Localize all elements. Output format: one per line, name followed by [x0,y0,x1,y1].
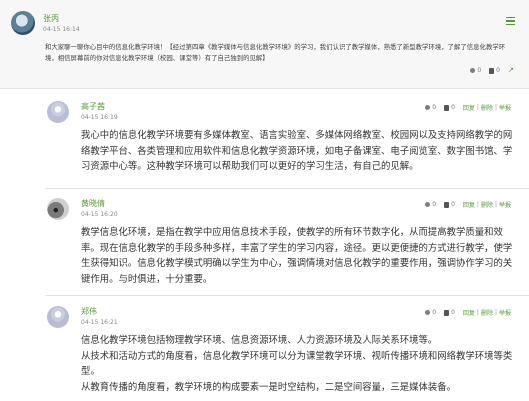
reply-link[interactable]: 回复 [463,200,475,209]
flower-icon [425,202,431,207]
share-button[interactable]: ↗ [508,67,515,74]
flower-icon [470,68,476,73]
flower-count: 0 [477,67,482,74]
like-button[interactable]: 0 [444,309,455,316]
thumbs-up-icon [444,309,450,316]
reply-author[interactable]: 郑伟 [81,306,97,317]
reply-actions: 0 0 回复 | 删除 | 举报 [417,103,511,112]
thumbs-up-icon [489,67,495,74]
avatar[interactable] [47,306,69,328]
like-count: 0 [451,309,455,316]
hamburger-menu-icon[interactable] [506,17,515,26]
share-icon: ↗ [508,66,514,74]
report-link[interactable]: 举报 [499,308,511,317]
reply-text: 信息化教学环境包括物理教学环境、信息资源环境、人力资源环境及人际关系环境等。 从… [81,335,513,393]
avatar[interactable] [11,11,35,35]
avatar[interactable] [47,101,69,123]
reply-time: 04-15 16:19 [81,114,118,121]
flower-button[interactable]: 0 [425,104,436,111]
flower-button[interactable]: 0 [425,201,436,208]
reply-item: 黄晓倩 04-15 16:20 0 0 回复 | 删除 | 举报 教学信息化环境… [45,190,529,296]
reply-time: 04-15 16:20 [81,211,118,218]
main-post: 张丙 04-15 16:14 和大家聊一聊你心目中的信息化教学环境！【经过第四章… [0,0,529,89]
thumbs-up-icon [444,201,450,208]
reply-link[interactable]: 回复 [463,308,475,317]
like-button[interactable]: 0 [444,201,455,208]
post-actions: 0 0 ↗ [462,67,515,74]
thumbs-up-icon [444,104,450,111]
reply-item: 郑伟 04-15 16:21 0 0 回复 | 删除 | 举报 信息化教学环境包… [45,298,529,401]
reply-text: 教学信息化环境，是指在教学中应用信息技术手段，使教学的所有环节数字化，从而提高教… [81,227,513,285]
post-author[interactable]: 张丙 [43,13,59,24]
flower-count: 0 [432,309,437,316]
delete-link[interactable]: 删除 [481,308,493,317]
report-link[interactable]: 举报 [499,103,511,112]
flower-count: 0 [432,201,437,208]
reply-link[interactable]: 回复 [463,103,475,112]
reply-text: 我心中的信息化教学环境要有多媒体教室、语言实验室、多媒体网络教室、校园网以及支持… [81,130,513,172]
like-count: 0 [451,104,455,111]
delete-link[interactable]: 删除 [481,103,493,112]
like-button[interactable]: 0 [444,104,455,111]
post-text: 和大家聊一聊你心目中的信息化教学环境！【经过第四章《教学媒体与信息化教学环境》的… [45,43,506,62]
like-button[interactable]: 0 [489,67,500,74]
delete-link[interactable]: 删除 [481,200,493,209]
flower-icon [425,105,431,110]
reply-time: 04-15 16:21 [81,319,118,326]
avatar[interactable] [47,198,69,220]
flower-button[interactable]: 0 [470,67,481,74]
like-count: 0 [496,67,500,74]
report-link[interactable]: 举报 [499,200,511,209]
reply-author[interactable]: 高子茜 [81,101,105,112]
flower-icon [425,310,431,315]
reply-actions: 0 0 回复 | 删除 | 举报 [417,200,511,209]
reply-actions: 0 0 回复 | 删除 | 举报 [417,308,511,317]
flower-count: 0 [432,104,437,111]
reply-item: 高子茜 04-15 16:19 0 0 回复 | 删除 | 举报 我心中的信息化… [45,93,529,189]
flower-button[interactable]: 0 [425,309,436,316]
post-time: 04-15 16:14 [43,26,80,33]
reply-author[interactable]: 黄晓倩 [81,198,105,209]
like-count: 0 [451,201,455,208]
